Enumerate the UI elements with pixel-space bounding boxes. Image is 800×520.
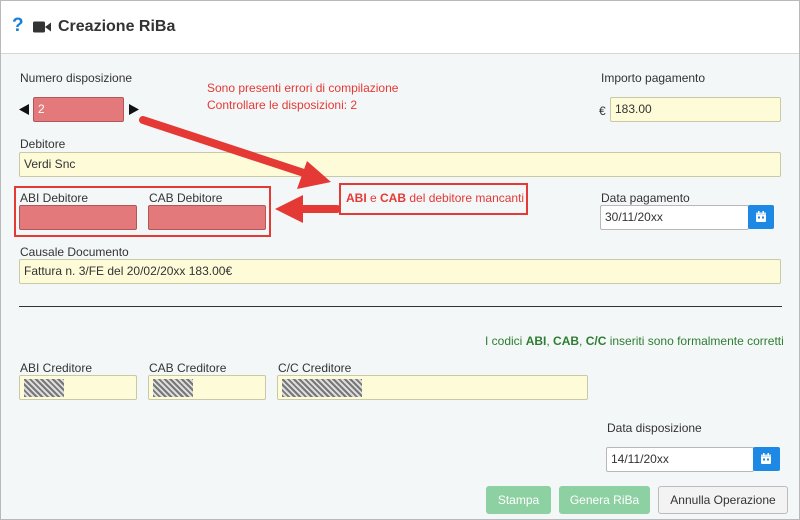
- causale-documento-input[interactable]: Fattura n. 3/FE del 20/02/20xx 183.00€: [19, 259, 781, 284]
- cab-creditore-label: CAB Creditore: [149, 361, 227, 375]
- masked-value-pattern: [24, 379, 64, 397]
- data-disposizione-label: Data disposizione: [607, 421, 702, 435]
- importo-pagamento-input[interactable]: 183.00: [610, 97, 781, 122]
- data-pagamento-label: Data pagamento: [601, 191, 690, 205]
- cc-creditore-input[interactable]: [277, 375, 588, 400]
- video-camera-icon[interactable]: [33, 21, 51, 33]
- ok-cc: C/C: [585, 334, 607, 348]
- abi-debitore-label: ABI Debitore: [20, 191, 89, 205]
- arrow-to-abi-cab: [275, 195, 341, 223]
- riba-window: ? Creazione RiBa Numero disposizione 2 S…: [0, 0, 800, 520]
- masked-value-pattern: [153, 379, 193, 397]
- callout-rest: del debitore mancanti: [406, 191, 525, 205]
- validation-ok-message: I codici ABI, CAB, C/C inseriti sono for…: [485, 334, 784, 348]
- abi-creditore-input[interactable]: [19, 375, 137, 400]
- previous-arrow-icon[interactable]: [19, 104, 29, 115]
- genera-riba-button[interactable]: Genera RiBa: [559, 486, 650, 514]
- cab-creditore-input[interactable]: [148, 375, 266, 400]
- calendar-icon: [756, 211, 766, 222]
- title-bar: ? Creazione RiBa: [1, 1, 799, 54]
- ok-sep2: ,: [579, 334, 586, 348]
- masked-value-pattern: [282, 379, 362, 397]
- ok-suffix: inseriti sono formalmente corretti: [606, 334, 784, 348]
- callout-text: ABI e CAB del debitore mancanti: [346, 190, 524, 207]
- next-arrow-icon[interactable]: [129, 104, 139, 115]
- currency-symbol: €: [599, 104, 606, 118]
- cab-debitore-label: CAB Debitore: [149, 191, 223, 205]
- callout-cab: CAB: [380, 191, 407, 205]
- cab-debitore-input[interactable]: [148, 205, 266, 230]
- ok-abi: ABI: [525, 334, 547, 348]
- ok-prefix: I codici: [485, 334, 526, 348]
- callout-abi: ABI: [346, 191, 367, 205]
- numero-disposizione-input[interactable]: 2: [33, 97, 124, 122]
- callout-e: e: [366, 191, 381, 205]
- data-disposizione-input[interactable]: 14/11/20xx: [606, 447, 754, 472]
- data-pagamento-calendar-button[interactable]: [748, 205, 774, 229]
- calendar-icon: [761, 453, 771, 464]
- causale-documento-label: Causale Documento: [20, 245, 129, 259]
- importo-pagamento-label: Importo pagamento: [601, 71, 706, 85]
- abi-creditore-label: ABI Creditore: [20, 361, 93, 375]
- data-pagamento-input[interactable]: 30/11/20xx: [600, 205, 749, 230]
- ok-cab: CAB: [553, 334, 580, 348]
- stampa-button[interactable]: Stampa: [486, 486, 551, 514]
- data-disposizione-calendar-button[interactable]: [753, 447, 780, 471]
- annulla-operazione-button[interactable]: Annulla Operazione: [658, 486, 788, 514]
- debitore-input[interactable]: Verdi Snc: [19, 152, 781, 177]
- cc-creditore-label: C/C Creditore: [278, 361, 352, 375]
- error-message-line1: Sono presenti errori di compilazione: [207, 81, 399, 95]
- numero-disposizione-label: Numero disposizione: [20, 71, 133, 85]
- window-title: Creazione RiBa: [58, 18, 176, 35]
- abi-debitore-input[interactable]: [19, 205, 137, 230]
- debitore-label: Debitore: [20, 137, 66, 151]
- error-message-line2: Controllare le disposizioni: 2: [207, 98, 358, 112]
- help-icon[interactable]: ?: [12, 16, 24, 36]
- section-divider: [19, 306, 782, 307]
